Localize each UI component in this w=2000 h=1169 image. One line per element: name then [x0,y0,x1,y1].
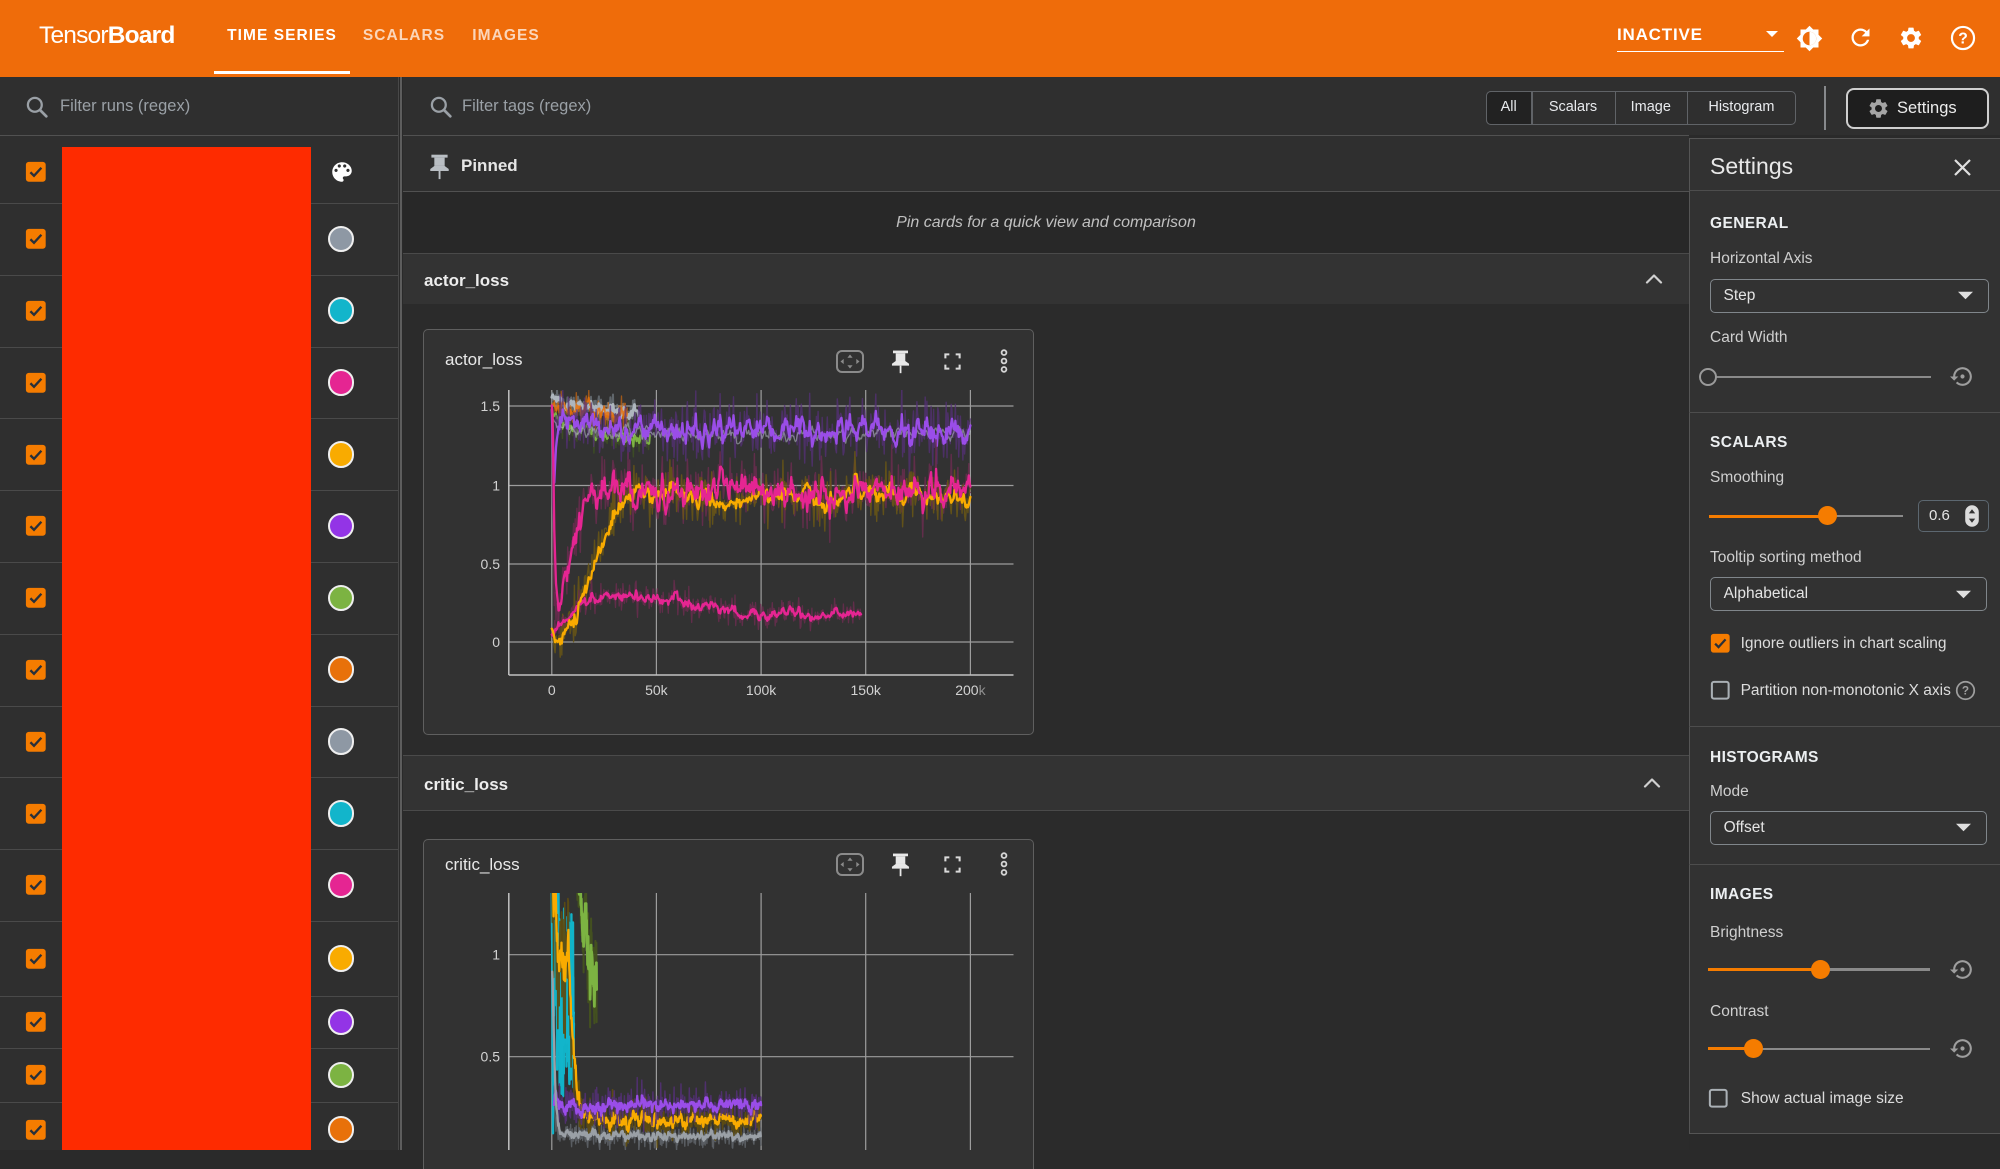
svg-text:1: 1 [492,947,500,963]
svg-text:0.5: 0.5 [481,1049,501,1065]
svg-text:?: ? [1962,684,1969,698]
